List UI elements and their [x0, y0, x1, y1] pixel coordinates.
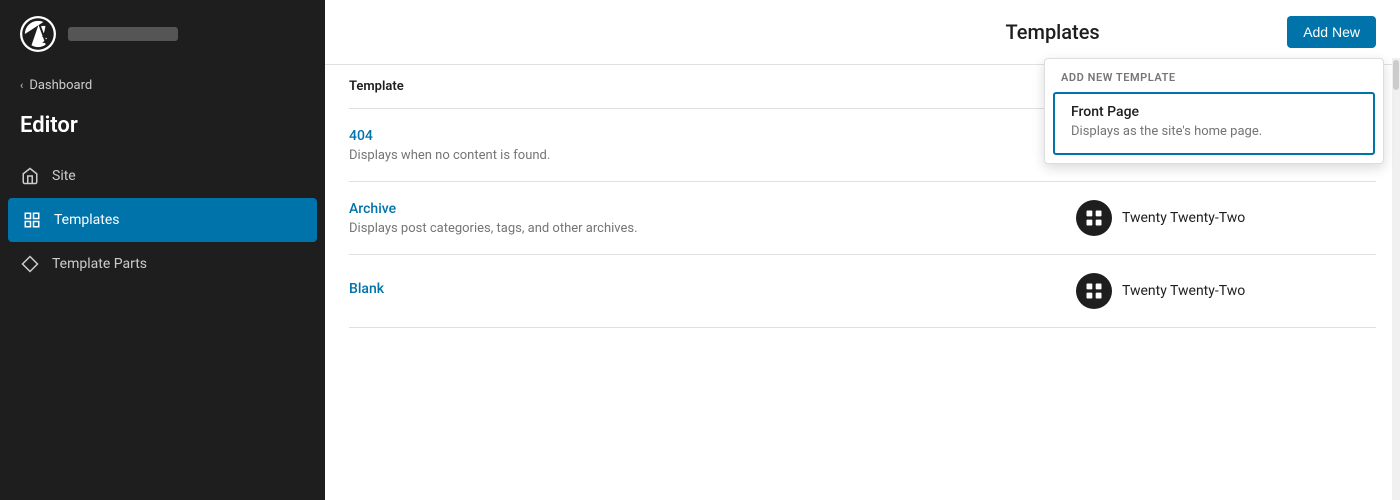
- home-icon: [20, 166, 40, 186]
- template-desc-archive: Displays post categories, tags, and othe…: [349, 221, 1076, 236]
- dropdown-item-description: Displays as the site's home page.: [1071, 124, 1357, 139]
- template-desc-404: Displays when no content is found.: [349, 148, 1076, 163]
- page-title: Templates: [818, 20, 1287, 44]
- sidebar: ‹ Dashboard Editor Site: [0, 0, 325, 500]
- table-row: Blank Twenty Twenty-Two: [349, 255, 1376, 328]
- theme-icon-archive: [1076, 200, 1112, 236]
- wordpress-logo: [20, 16, 56, 52]
- add-new-button[interactable]: Add New: [1287, 16, 1376, 48]
- theme-icon-blank: [1076, 273, 1112, 309]
- dropdown-item-title: Front Page: [1071, 104, 1357, 120]
- back-label: Dashboard: [29, 78, 92, 93]
- sidebar-item-template-parts[interactable]: Template Parts: [0, 242, 325, 286]
- column-header-template: Template: [349, 79, 1076, 94]
- back-to-dashboard[interactable]: ‹ Dashboard: [0, 68, 325, 103]
- main-header: Templates Add New: [325, 0, 1400, 65]
- template-name-archive[interactable]: Archive: [349, 201, 1076, 217]
- scrollbar-thumb[interactable]: [1393, 60, 1399, 90]
- template-info-blank: Blank: [349, 281, 1076, 301]
- template-info-404: 404 Displays when no content is found.: [349, 128, 1076, 163]
- added-by-blank: Twenty Twenty-Two: [1076, 273, 1376, 309]
- sidebar-item-templates-label: Templates: [54, 212, 120, 228]
- editor-title: Editor: [0, 103, 325, 154]
- theme-name-blank: Twenty Twenty-Two: [1122, 283, 1245, 299]
- sidebar-item-template-parts-label: Template Parts: [52, 256, 147, 272]
- scrollbar-track[interactable]: [1392, 58, 1400, 500]
- sidebar-item-site-label: Site: [52, 168, 76, 184]
- theme-name-archive: Twenty Twenty-Two: [1122, 210, 1245, 226]
- sidebar-nav: Site Templates Template Parts: [0, 154, 325, 286]
- sidebar-header: [0, 0, 325, 68]
- diamond-icon: [20, 254, 40, 274]
- template-name-blank[interactable]: Blank: [349, 281, 1076, 297]
- table-row: Archive Displays post categories, tags, …: [349, 182, 1376, 255]
- templates-icon: [22, 210, 42, 230]
- site-name: [68, 27, 178, 41]
- dropdown-header: ADD NEW TEMPLATE: [1045, 59, 1383, 92]
- dropdown-front-page-item[interactable]: Front Page Displays as the site's home p…: [1053, 92, 1375, 155]
- main-content: Templates Add New ADD NEW TEMPLATE Front…: [325, 0, 1400, 500]
- sidebar-item-templates[interactable]: Templates: [8, 198, 317, 242]
- template-name-404[interactable]: 404: [349, 128, 1076, 144]
- chevron-left-icon: ‹: [20, 79, 23, 92]
- sidebar-item-site[interactable]: Site: [0, 154, 325, 198]
- add-new-template-dropdown: ADD NEW TEMPLATE Front Page Displays as …: [1044, 58, 1384, 164]
- added-by-archive: Twenty Twenty-Two: [1076, 200, 1376, 236]
- template-info-archive: Archive Displays post categories, tags, …: [349, 201, 1076, 236]
